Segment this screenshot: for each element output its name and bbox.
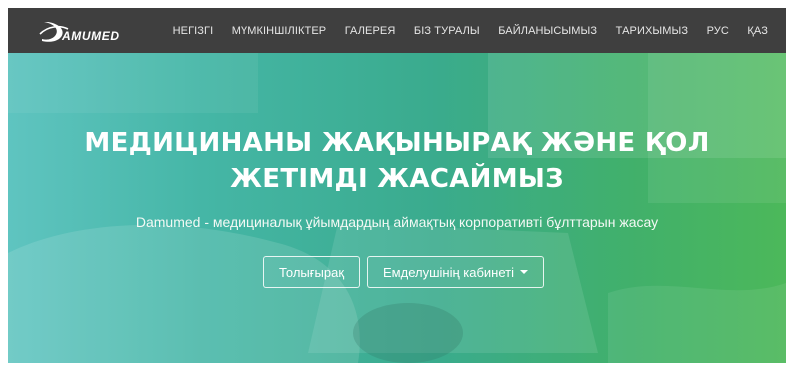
logo-text: AMUMED xyxy=(61,29,120,43)
page-frame: AMUMED НЕГІЗГІ МҮМКІНШІЛІКТЕР ГАЛЕРЕЯ БІ… xyxy=(8,8,786,363)
nav-item-about[interactable]: БІЗ ТУРАЛЫ xyxy=(414,25,480,37)
more-button-label: Толығырақ xyxy=(278,264,345,280)
damumed-logo[interactable]: AMUMED xyxy=(38,16,148,46)
nav-item-lang-kaz[interactable]: ҚАЗ xyxy=(747,25,768,37)
more-button[interactable]: Толығырақ xyxy=(263,256,360,288)
nav-item-lang-rus[interactable]: РУС xyxy=(707,25,729,37)
nav-item-gallery[interactable]: ГАЛЕРЕЯ xyxy=(345,25,396,37)
top-navbar: AMUMED НЕГІЗГІ МҮМКІНШІЛІКТЕР ГАЛЕРЕЯ БІ… xyxy=(8,8,786,53)
hero-subtitle: Damumed - медициналық ұйымдардың аймақты… xyxy=(135,214,659,230)
main-nav: НЕГІЗГІ МҮМКІНШІЛІКТЕР ГАЛЕРЕЯ БІЗ ТУРАЛ… xyxy=(154,8,768,53)
hero-title-line-2: ЖЕТІМДІ ЖАСАЙМЫЗ xyxy=(230,164,564,194)
hero-background-image xyxy=(8,53,786,363)
patient-cabinet-label: Емделушінің кабинеті xyxy=(383,264,514,280)
caret-down-icon xyxy=(519,270,528,274)
nav-item-home[interactable]: НЕГІЗГІ xyxy=(173,25,214,37)
nav-item-features[interactable]: МҮМКІНШІЛІКТЕР xyxy=(232,25,326,37)
nav-item-contacts[interactable]: БАЙЛАНЫСЫМЫЗ xyxy=(498,25,597,37)
patient-cabinet-dropdown-button[interactable]: Емделушінің кабинеті xyxy=(367,256,544,288)
hero-title: МЕДИЦИНАНЫ ЖАҚЫНЫРАҚ ЖӘНЕ ҚОЛ ЖЕТІМДІ ЖА… xyxy=(8,125,786,197)
hero-title-line-1: МЕДИЦИНАНЫ ЖАҚЫНЫРАҚ ЖӘНЕ ҚОЛ xyxy=(84,128,710,158)
hero-section: МЕДИЦИНАНЫ ЖАҚЫНЫРАҚ ЖӘНЕ ҚОЛ ЖЕТІМДІ ЖА… xyxy=(8,53,786,363)
nav-item-history[interactable]: ТАРИХЫМЫЗ xyxy=(616,25,688,37)
